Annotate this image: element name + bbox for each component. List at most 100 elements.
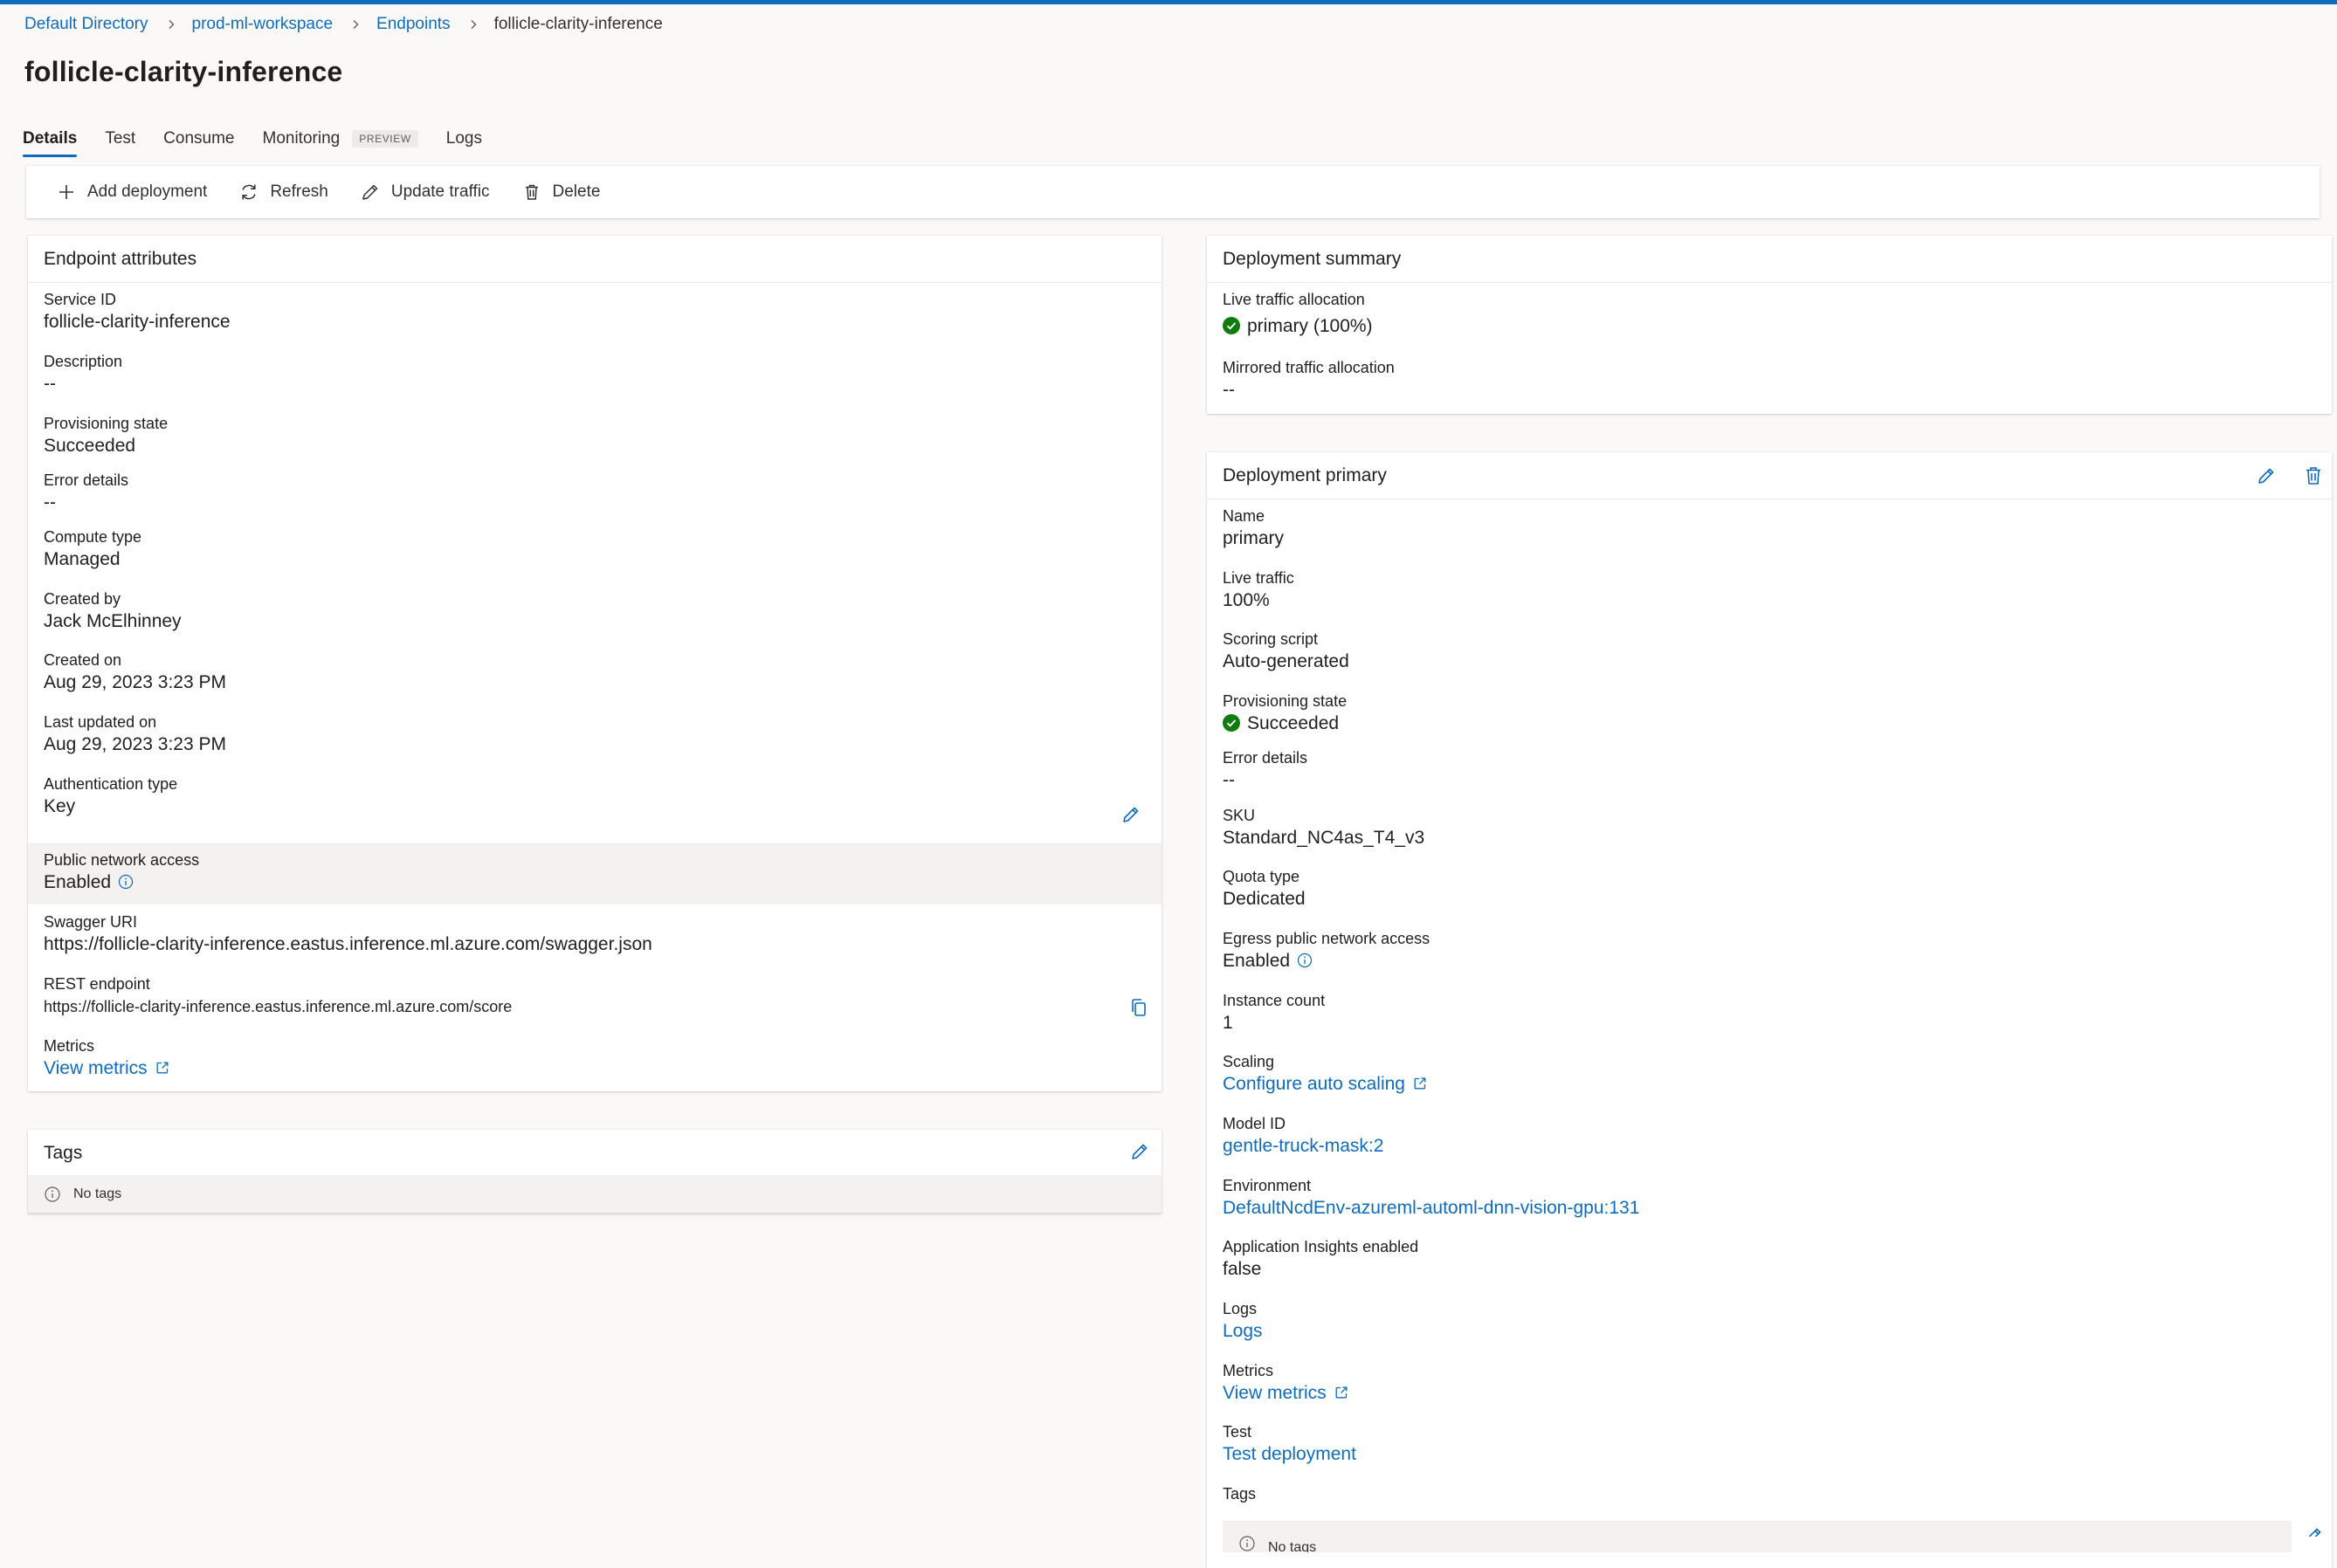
deployment-name-field: Name primary	[1223, 506, 1284, 551]
scoring-script-field: Scoring script Auto-generated	[1223, 629, 1349, 674]
network-value: Enabled	[44, 872, 112, 892]
info-icon[interactable]	[118, 874, 134, 890]
tab-details[interactable]: Details	[23, 126, 78, 157]
tab-label: Test	[105, 129, 136, 148]
tab-label: Consume	[163, 129, 235, 148]
breadcrumb: Default Directory prod-ml-workspace Endp…	[24, 12, 663, 37]
field-label: Service ID	[44, 291, 117, 308]
field-value: false	[1223, 1259, 1262, 1279]
field-value: Succeeded	[1223, 712, 1347, 736]
quota-type-field: Quota type Dedicated	[1223, 867, 1306, 911]
authentication-type-field: Authentication type Key	[44, 774, 177, 819]
update-traffic-button[interactable]: Update traffic	[360, 182, 490, 203]
pencil-icon	[360, 182, 381, 203]
field-label: Metrics	[1223, 1362, 1273, 1379]
model-id-link[interactable]: gentle-truck-mask:2	[1223, 1134, 1383, 1159]
open-external-icon	[1334, 1385, 1349, 1400]
breadcrumb-endpoints[interactable]: Endpoints	[376, 15, 451, 34]
no-tags-text: No tags	[1268, 1540, 1317, 1552]
field-label: Test	[1223, 1423, 1252, 1441]
edit-auth-pencil-icon[interactable]	[1120, 803, 1142, 826]
field-label: Quota type	[1223, 868, 1300, 885]
field-label: Live traffic	[1223, 569, 1294, 587]
field-label: Environment	[1223, 1177, 1312, 1194]
configure-auto-scaling-link[interactable]: Configure auto scaling	[1223, 1072, 1428, 1097]
card-title: Deployment summary	[1207, 236, 2332, 283]
tab-consume[interactable]: Consume	[163, 126, 234, 157]
field-value: primary (100%)	[1223, 314, 1373, 339]
field-value: --	[1223, 770, 1235, 790]
field-label: Scaling	[1223, 1053, 1275, 1070]
info-icon	[44, 1186, 61, 1203]
field-label: Live traffic allocation	[1223, 291, 1365, 308]
view-metrics-link[interactable]: View metrics	[44, 1056, 170, 1081]
delete-deployment-trash-icon[interactable]	[2302, 464, 2325, 487]
field-value: follicle-clarity-inference	[44, 312, 231, 332]
egress-network-field: Egress public network access Enabled	[1223, 929, 1430, 973]
field-value: Auto-generated	[1223, 651, 1349, 671]
compute-type-field: Compute type Managed	[44, 527, 141, 572]
view-metrics-link[interactable]: View metrics	[1223, 1381, 1349, 1406]
top-accent-bar	[0, 0, 2337, 4]
page-title: follicle-clarity-inference	[24, 56, 343, 87]
endpoint-attributes-card: Endpoint attributes Service ID follicle-…	[28, 236, 1162, 1091]
chevron-right-icon	[350, 19, 361, 30]
card-title: Deployment primary	[1207, 452, 2332, 499]
field-value: https://follicle-clarity-inference.eastu…	[44, 998, 513, 1015]
field-label: Swagger URI	[44, 913, 138, 931]
delete-button[interactable]: Delete	[521, 182, 600, 203]
card-title: Endpoint attributes	[28, 236, 1162, 283]
rest-endpoint-field: REST endpoint https://follicle-clarity-i…	[44, 974, 512, 1019]
instance-count-field: Instance count 1	[1223, 991, 1325, 1035]
link-text: Configure auto scaling	[1223, 1074, 1405, 1094]
test-field: Test Test deployment	[1223, 1422, 1356, 1467]
field-value: Enabled	[44, 870, 199, 895]
logs-link[interactable]: Logs	[1223, 1319, 1263, 1344]
edit-deployment-tags-pencil-icon[interactable]	[2302, 1524, 2325, 1537]
tab-test[interactable]: Test	[105, 126, 135, 157]
tab-logs[interactable]: Logs	[446, 126, 482, 157]
field-value: --	[44, 374, 56, 394]
tab-label: Logs	[445, 129, 482, 148]
mirrored-traffic-field: Mirrored traffic allocation --	[1223, 358, 1395, 402]
model-id-field: Model ID gentle-truck-mask:2	[1223, 1114, 1383, 1159]
update-traffic-label: Update traffic	[390, 182, 490, 201]
metrics-field: Metrics View metrics	[44, 1036, 170, 1081]
breadcrumb-default-directory[interactable]: Default Directory	[24, 15, 148, 34]
info-icon[interactable]	[1297, 952, 1313, 968]
deployment-no-tags-row: No tags	[1223, 1521, 2292, 1552]
field-label: Created on	[44, 651, 122, 669]
no-tags-row: No tags	[28, 1175, 1162, 1214]
copy-icon[interactable]	[1128, 997, 1149, 1018]
scaling-field: Scaling Configure auto scaling	[1223, 1052, 1428, 1097]
live-traffic-allocation-field: Live traffic allocation primary (100%)	[1223, 290, 1373, 339]
field-label: Scoring script	[1223, 630, 1319, 648]
field-label: Public network access	[44, 851, 200, 869]
field-value: primary	[1223, 528, 1285, 548]
field-label: Instance count	[1223, 992, 1326, 1009]
created-by-field: Created by Jack McElhinney	[44, 589, 182, 634]
field-label: Provisioning state	[44, 415, 169, 432]
success-check-icon	[1223, 317, 1240, 334]
deployment-error-field: Error details --	[1223, 748, 1307, 793]
environment-link[interactable]: DefaultNcdEnv-azureml-automl-dnn-vision-…	[1223, 1196, 1639, 1221]
add-deployment-button[interactable]: Add deployment	[56, 182, 207, 203]
tab-monitoring[interactable]: Monitoring PREVIEW	[263, 126, 418, 157]
refresh-icon	[238, 182, 259, 203]
edit-deployment-pencil-icon[interactable]	[2255, 464, 2278, 487]
field-value: Key	[44, 796, 76, 816]
test-deployment-link[interactable]: Test deployment	[1223, 1442, 1356, 1467]
card-title: Tags	[44, 1143, 83, 1163]
deployment-provisioning-field: Provisioning state Succeeded	[1223, 691, 1347, 736]
provisioning-state-field: Provisioning state Succeeded	[44, 414, 168, 458]
last-updated-field: Last updated on Aug 29, 2023 3:23 PM	[44, 712, 226, 757]
refresh-button[interactable]: Refresh	[238, 182, 328, 203]
field-label: Egress public network access	[1223, 930, 1430, 947]
breadcrumb-workspace[interactable]: prod-ml-workspace	[192, 15, 334, 34]
field-value: Standard_NC4as_T4_v3	[1223, 828, 1425, 848]
swagger-uri-field: Swagger URI https://follicle-clarity-inf…	[44, 912, 652, 957]
edit-tags-pencil-icon[interactable]	[1128, 1140, 1151, 1163]
public-network-access-field: Public network access Enabled	[44, 850, 199, 895]
breadcrumb-current: follicle-clarity-inference	[493, 15, 663, 33]
add-deployment-label: Add deployment	[87, 182, 208, 201]
